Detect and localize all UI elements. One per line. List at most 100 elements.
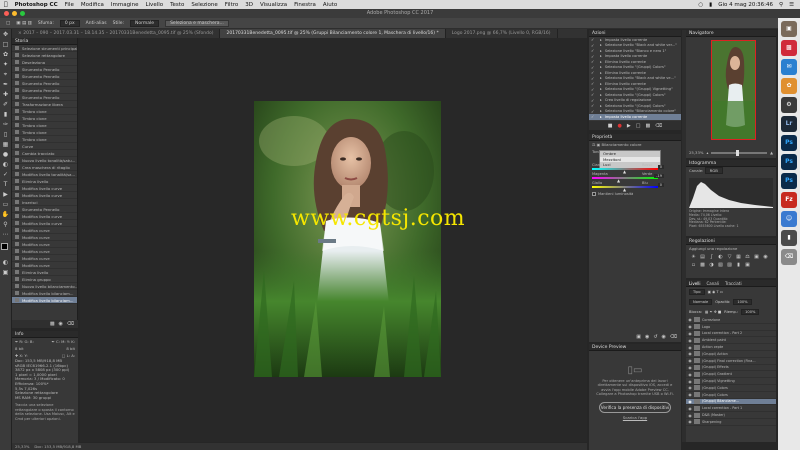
history-state[interactable]: Selezione strumenti principale <box>12 45 77 52</box>
expand-arrow-icon[interactable]: ▸ <box>600 98 602 102</box>
brightness-icon[interactable]: ☀ <box>690 254 697 260</box>
layer-row[interactable]: ◉ (Gruppi) Vignetting <box>686 378 776 385</box>
more-tools-icon[interactable]: ⋯ <box>2 231 10 239</box>
dock-app-trash[interactable]: ⌫ <box>781 249 797 265</box>
expand-arrow-icon[interactable]: ▸ <box>600 38 602 42</box>
dock-app-messages[interactable]: ✉ <box>781 59 797 75</box>
layer-row[interactable]: ◉ Sharpening <box>686 419 776 426</box>
eye-icon[interactable]: ◉ <box>686 365 694 370</box>
battery-icon[interactable]: ▮ <box>709 2 712 8</box>
select-and-mask-button[interactable]: Seleziona e maschera... <box>165 19 229 27</box>
menu-item-aiuto[interactable]: Aiuto <box>323 2 337 8</box>
move-tool-icon[interactable]: ✥ <box>2 31 10 39</box>
new-action-icon[interactable]: ▩ <box>645 123 650 129</box>
history-state[interactable]: Curve <box>12 143 77 150</box>
document-photo[interactable] <box>254 101 441 377</box>
properties-panel-title[interactable]: Proprietà <box>589 134 681 141</box>
healing-tool-icon[interactable]: ✚ <box>2 91 10 99</box>
dock-app-lightroom[interactable]: Lr <box>781 116 797 132</box>
history-state[interactable]: Timbro clone <box>12 108 77 115</box>
layer-row[interactable]: ◉ Local correction - Part 2 <box>686 330 776 338</box>
color-balance-icon[interactable]: ⚖ <box>744 254 751 260</box>
layer-row[interactable]: ◉ (Gruppi) Bilanciame... <box>686 398 776 406</box>
expand-arrow-icon[interactable]: ▸ <box>600 109 602 113</box>
tab-document-2[interactable]: 20170331Benedetta_0095.tif @ 25% (Gruppi… <box>220 29 446 38</box>
dock-app-terminal[interactable]: ▮ <box>781 230 797 246</box>
eye-icon[interactable]: ◉ <box>686 419 694 424</box>
selection-mode-icons[interactable]: ▣ ▤ ▥ <box>16 21 32 26</box>
filter-icons[interactable]: ▣ ◉ T ▭ <box>708 290 724 294</box>
preserve-luminosity-row[interactable]: Mantieni luminosità <box>589 190 681 198</box>
info-panel-title[interactable]: Info <box>12 331 78 338</box>
gradient-tool-icon[interactable]: ▦ <box>2 141 10 149</box>
new-set-icon[interactable]: □ <box>636 123 641 129</box>
color-swatches[interactable] <box>0 243 11 257</box>
expand-arrow-icon[interactable]: ▸ <box>600 93 602 97</box>
brush-tool-icon[interactable]: ✐ <box>2 101 10 109</box>
type-tool-icon[interactable]: T <box>2 181 10 189</box>
check-icon[interactable]: ✓ <box>591 109 597 114</box>
tab-channels[interactable]: Canali <box>707 280 719 286</box>
menu-item-finestra[interactable]: Finestra <box>294 2 316 8</box>
close-window-button[interactable] <box>4 11 9 16</box>
expand-arrow-icon[interactable]: ▸ <box>600 60 602 64</box>
history-state[interactable]: Timbro clone <box>12 136 77 143</box>
slider-value[interactable]: 0 <box>657 165 664 169</box>
style-select[interactable]: Normale <box>130 19 160 27</box>
shape-tool-icon[interactable]: ▭ <box>2 201 10 209</box>
history-state[interactable]: Modifica curve <box>12 262 77 269</box>
layer-row[interactable]: ◉ (Gruppi) Effects <box>686 364 776 372</box>
history-state[interactable]: Elimina gruppo <box>12 276 77 283</box>
slider-value[interactable]: -19 <box>654 174 664 178</box>
eye-icon[interactable]: ◉ <box>686 406 694 411</box>
layer-row[interactable]: ◉ (Gruppi) Colors <box>686 385 776 392</box>
check-icon[interactable]: ✓ <box>591 65 597 70</box>
levels-icon[interactable]: ▤ <box>699 254 706 260</box>
history-state[interactable]: Strumento Pennello <box>12 206 77 213</box>
layer-row[interactable]: ◉ Correzione <box>686 317 776 324</box>
antialias-checkbox[interactable]: Anti-alias <box>86 21 107 26</box>
menu-item-testo[interactable]: Testo <box>170 2 184 8</box>
histogram-panel-title[interactable]: Istogramma <box>686 160 776 167</box>
threshold-icon[interactable]: ▨ <box>726 262 733 268</box>
history-state[interactable]: Inserisci <box>12 199 77 206</box>
posterize-icon[interactable]: ▧ <box>717 262 724 268</box>
expand-arrow-icon[interactable]: ▸ <box>600 49 602 53</box>
photo-filter-icon[interactable]: ◉ <box>762 254 769 260</box>
history-state[interactable]: Crea maschera di ritaglio <box>12 164 77 171</box>
menu-item-filtro[interactable]: Filtro <box>225 2 238 8</box>
history-state[interactable]: Strumento Pennello <box>12 80 77 87</box>
check-icon[interactable]: ✓ <box>591 37 597 42</box>
dock-app-filezilla[interactable]: Fz <box>781 192 797 208</box>
check-devices-button[interactable]: Verifica la presenza di dispositivi <box>599 401 671 413</box>
history-state[interactable]: Modifica livello curve <box>12 220 77 227</box>
camera-icon[interactable]: ◉ <box>59 321 63 327</box>
check-icon[interactable]: ✓ <box>591 70 597 75</box>
layer-row[interactable]: ◉ Logo <box>686 324 776 331</box>
eye-icon[interactable]: ◉ <box>686 351 694 356</box>
zoom-in-icon[interactable]: ▲ <box>770 150 773 155</box>
check-icon[interactable]: ✓ <box>591 76 597 81</box>
visibility-icon[interactable]: ◉ <box>662 334 666 340</box>
history-state[interactable]: Strumento Pennello <box>12 66 77 73</box>
slider-handle[interactable]: ▲ <box>623 187 626 192</box>
channel-mixer-icon[interactable]: ▫ <box>690 262 697 268</box>
eye-icon[interactable]: ◉ <box>686 385 694 390</box>
expand-arrow-icon[interactable]: ▸ <box>600 65 602 69</box>
zoom-window-button[interactable] <box>20 11 25 16</box>
status-zoom[interactable]: 25,33% <box>15 444 29 449</box>
channel-select[interactable]: RGB <box>704 167 723 174</box>
history-state[interactable]: Modifica livello bilanciam... <box>12 290 77 297</box>
menu-item-immagine[interactable]: Immagine <box>111 2 139 8</box>
adjustments-panel-title[interactable]: Regolazioni <box>686 238 776 245</box>
layer-row[interactable]: ◉ Ambient paint <box>686 337 776 345</box>
slider-track[interactable] <box>592 177 658 179</box>
slider-yellow-blue[interactable]: Giallo Blu 0 ▲ <box>592 181 678 192</box>
reset-icon[interactable]: ↺ <box>653 334 657 340</box>
quick-select-tool-icon[interactable]: ✦ <box>2 61 10 69</box>
minimize-window-button[interactable] <box>12 11 17 16</box>
menubar-clock[interactable]: Gio 4 mag 20:36:46 <box>718 2 773 8</box>
slider-value[interactable]: 0 <box>657 183 664 187</box>
history-state[interactable]: Timbro clone <box>12 129 77 136</box>
trash-icon[interactable]: ⌫ <box>67 321 74 327</box>
